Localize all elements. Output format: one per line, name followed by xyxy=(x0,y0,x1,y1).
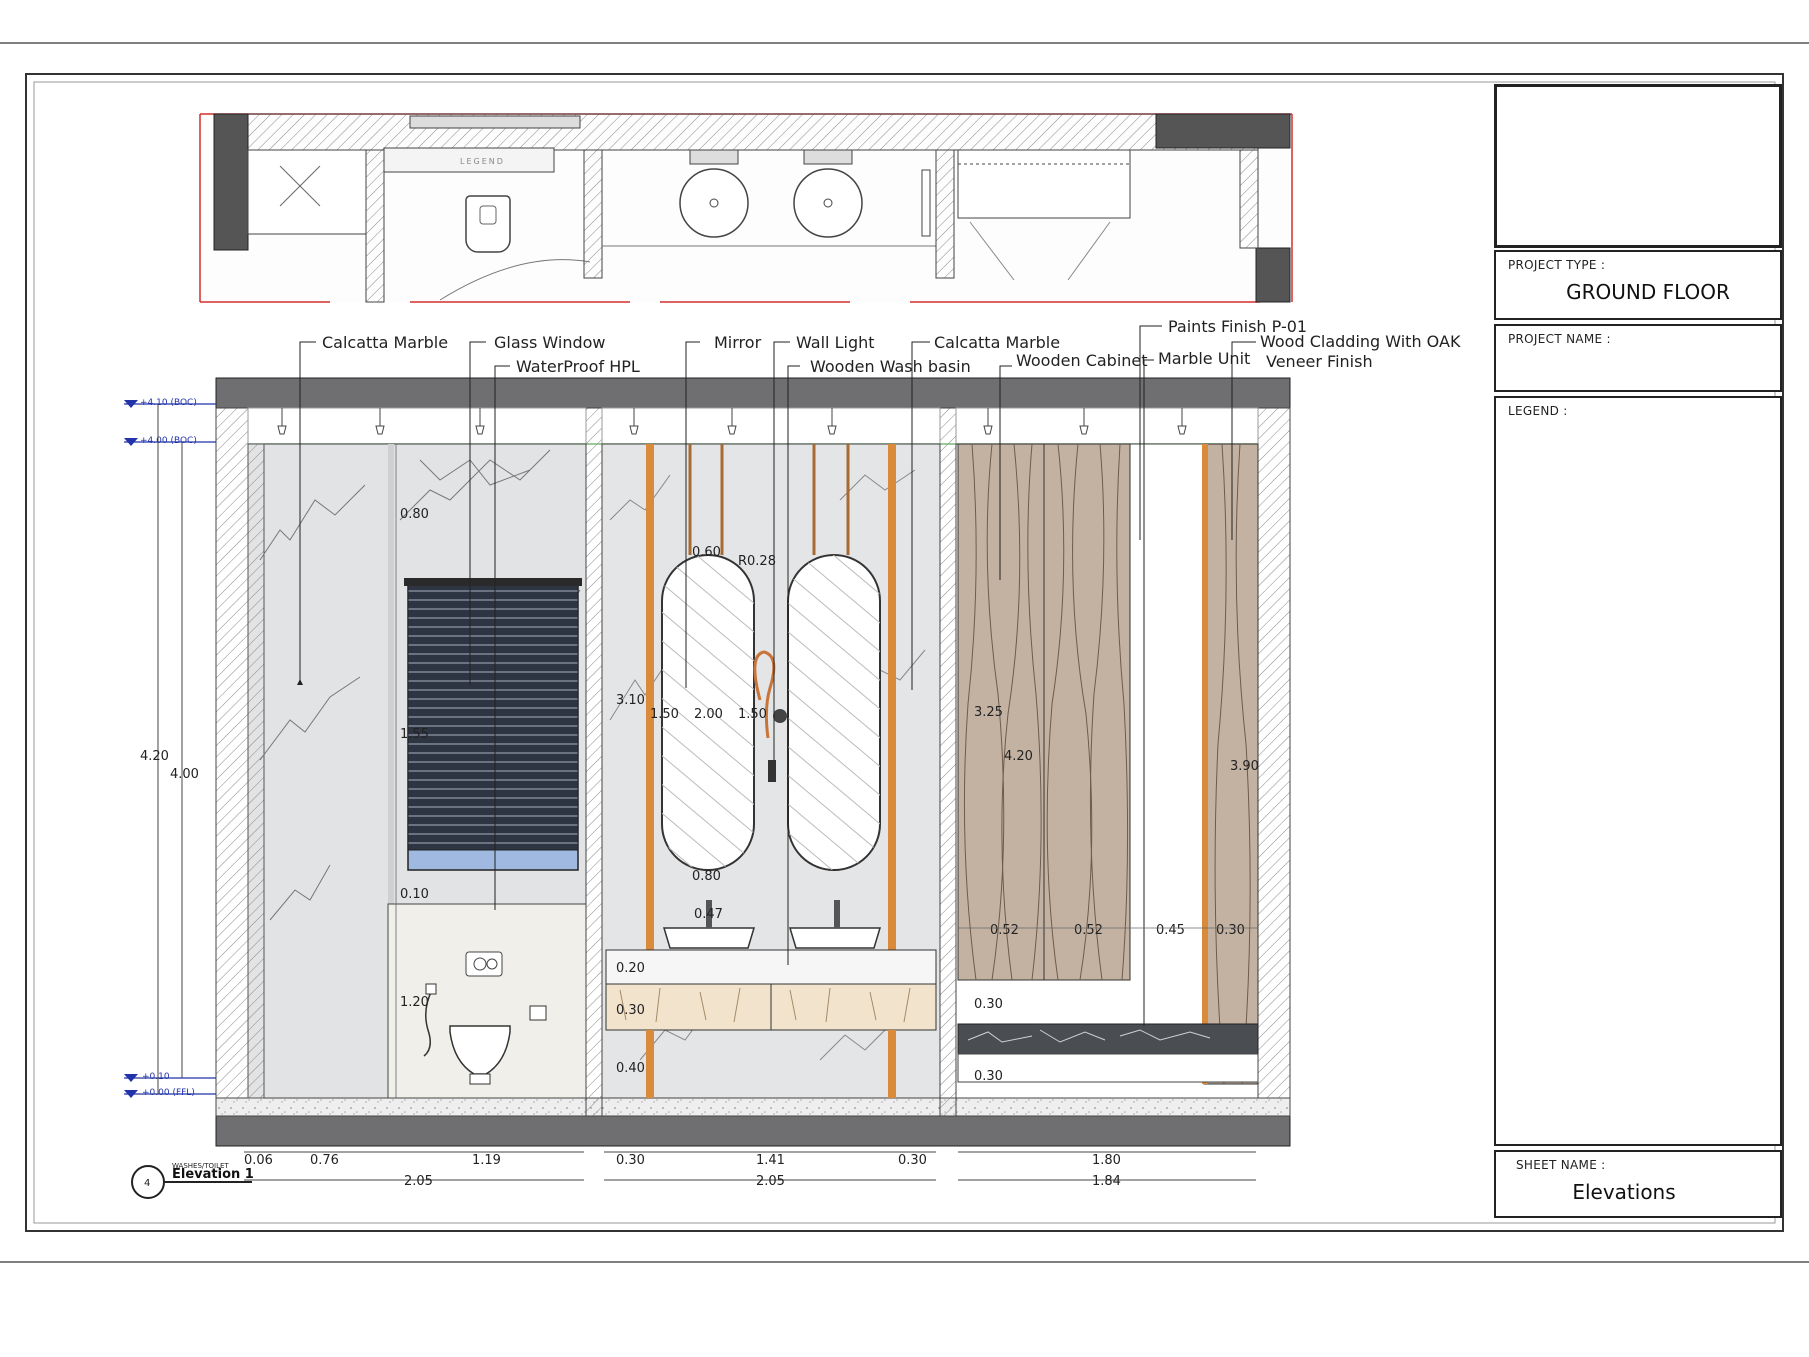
callout-marble-unit: Marble Unit xyxy=(1158,349,1250,368)
ceiling-light-icon xyxy=(983,425,993,435)
title-block-legend: LEGEND : xyxy=(1494,396,1782,1146)
project-type-value: GROUND FLOOR xyxy=(1566,280,1730,304)
level-markers: +4.10 (BOC) +4.00 (BOC) +0.10 +0.00 (FFL… xyxy=(124,398,216,1098)
title-block-project-type: PROJECT TYPE : GROUND FLOOR xyxy=(1494,250,1782,320)
level-010: +0.10 xyxy=(142,1072,170,1082)
callout-wooden-wash-basin: Wooden Wash basin xyxy=(810,357,971,376)
dim-s2-a: 0.60 xyxy=(692,545,721,560)
dim-s2-f: 1.50 xyxy=(738,707,767,722)
drawing-tag: 4 WASHES/TOILET Elevation 1 xyxy=(131,1162,254,1199)
dim-s1-c: 0.10 xyxy=(400,887,429,902)
dim-height-400: 4.00 xyxy=(170,767,199,782)
ceiling-light-icon xyxy=(827,425,837,435)
dim-bottom-e: 1.41 xyxy=(756,1153,785,1168)
level-000: +0.00 (FFL) xyxy=(142,1088,195,1098)
sheet-name-value: Elevations xyxy=(1572,1180,1676,1204)
callout-veneer-finish: Veneer Finish xyxy=(1266,352,1373,371)
dim-s2-c: 3.10 xyxy=(616,693,645,708)
drawing-tag-number: 4 xyxy=(144,1178,150,1189)
legend-label: LEGEND : xyxy=(1508,404,1568,418)
dim-s2-e: 2.00 xyxy=(694,707,723,722)
dim-s3-f: 0.45 xyxy=(1156,923,1185,938)
callout-wooden-cabinet: Wooden Cabinet xyxy=(1016,351,1148,370)
ceiling-light-icon xyxy=(1177,425,1187,435)
dim-s1-b: 1.55 xyxy=(400,727,429,742)
drawing-sheet: LEGEND Calcatta Marble Glass Window Wate… xyxy=(0,0,1809,1357)
ceiling-light-icon xyxy=(629,425,639,435)
dim-bottom-a: 0.06 xyxy=(244,1153,273,1168)
ceiling-light-icon xyxy=(475,425,485,435)
dim-s3-e: 0.52 xyxy=(1074,923,1103,938)
title-block-sheet-name: SHEET NAME : Elevations xyxy=(1494,1150,1782,1218)
dim-s3-i: 0.30 xyxy=(974,1069,1003,1084)
dim-s2-d: 1.50 xyxy=(650,707,679,722)
elevation-view xyxy=(215,377,1291,1147)
dim-s2-j: 0.30 xyxy=(616,1003,645,1018)
dim-s2-i: 0.20 xyxy=(616,961,645,976)
callout-calcatta-marble-2: Calcatta Marble xyxy=(934,333,1060,352)
dim-bottom-f: 0.30 xyxy=(898,1153,927,1168)
dim-bottom-c: 1.19 xyxy=(472,1153,501,1168)
dim-s3-a: 3.25 xyxy=(974,705,1003,720)
level-400: +4.00 (BOC) xyxy=(140,436,197,446)
level-410: +4.10 (BOC) xyxy=(140,398,197,408)
drawing-tag-title: Elevation 1 xyxy=(172,1167,254,1182)
ceiling-light-icon xyxy=(1079,425,1089,435)
dim-s3-d: 0.52 xyxy=(990,923,1019,938)
dim-bottom-g: 1.80 xyxy=(1092,1153,1121,1168)
dim-s2-g: 0.80 xyxy=(692,869,721,884)
dim-s3-g: 0.30 xyxy=(1216,923,1245,938)
dim-s3-c: 3.90 xyxy=(1230,759,1259,774)
title-block-project-name: PROJECT NAME : xyxy=(1494,324,1782,392)
project-type-label: PROJECT TYPE : xyxy=(1508,258,1606,272)
callout-calcatta-marble-1: Calcatta Marble xyxy=(322,333,448,352)
dim-s1-d: 1.20 xyxy=(400,995,429,1010)
ceiling-light-icon xyxy=(727,425,737,435)
dim-s3-h: 0.30 xyxy=(974,997,1003,1012)
project-name-label: PROJECT NAME : xyxy=(1508,332,1611,346)
plan-view: LEGEND xyxy=(199,113,1293,303)
ceiling-light-icon xyxy=(375,425,385,435)
dim-s1-a: 0.80 xyxy=(400,507,429,522)
title-block-logo xyxy=(1494,84,1782,248)
callout-mirror: Mirror xyxy=(714,333,762,352)
callout-waterproof-hpl: WaterProof HPL xyxy=(516,357,640,376)
dim-s2-b: R0.28 xyxy=(738,554,776,569)
callout-wood-cladding: Wood Cladding With OAK xyxy=(1260,332,1461,351)
callout-wall-light: Wall Light xyxy=(796,333,875,352)
dim-s3-b: 4.20 xyxy=(1004,749,1033,764)
ceiling-light-icon xyxy=(277,425,287,435)
dim-height-420: 4.20 xyxy=(140,749,169,764)
dim-s2-k: 0.40 xyxy=(616,1061,645,1076)
callout-glass-window: Glass Window xyxy=(494,333,606,352)
dim-bottom-d: 0.30 xyxy=(616,1153,645,1168)
dim-s2-h: 0.47 xyxy=(694,907,723,922)
dim-bottom-j: 1.84 xyxy=(1092,1174,1121,1189)
sheet-name-label: SHEET NAME : xyxy=(1516,1158,1606,1172)
dim-bottom-b: 0.76 xyxy=(310,1153,339,1168)
plan-text: LEGEND xyxy=(460,157,505,166)
dim-bottom-i: 2.05 xyxy=(756,1174,785,1189)
dim-bottom-h: 2.05 xyxy=(404,1174,433,1189)
